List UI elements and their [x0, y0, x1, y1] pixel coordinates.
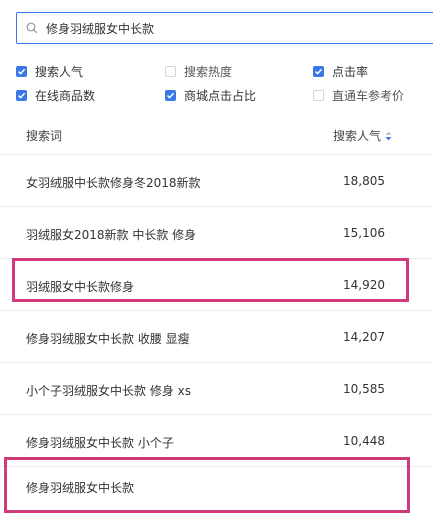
row-keyword: 修身羽绒服女中长款 [26, 481, 135, 495]
filter-label: 在线商品数 [35, 88, 96, 103]
filter-search-popularity[interactable]: 搜索人气 [16, 62, 83, 80]
metric-filters: 搜索人气 搜索热度 点击率 在线商品数 商城点击占比 直通车参考价 [16, 62, 433, 110]
checkbox-checked-icon[interactable] [16, 89, 27, 101]
row-keyword: 小个子羽绒服女中长款 修身 xs [26, 384, 191, 398]
row-popularity: 18,805 [343, 174, 385, 188]
table-row[interactable]: 女羽绒服中长款修身冬2018新款 18,805 [0, 155, 433, 207]
filter-click-rate[interactable]: 点击率 [313, 62, 368, 80]
row-keyword: 羽绒服女2018新款 中长款 修身 [26, 228, 197, 242]
keyword-table: 搜索词 搜索人气 女羽绒服中长款修身冬2018新款 18,805 羽绒服女201… [0, 112, 433, 467]
search-input[interactable] [46, 21, 406, 35]
table-row[interactable]: 修身羽绒服女中长款 收腰 显瘦 14,207 [0, 311, 433, 363]
row-popularity: 10,448 [343, 434, 385, 448]
table-header: 搜索词 搜索人气 [0, 112, 433, 155]
filter-label: 直通车参考价 [332, 88, 405, 103]
table-row[interactable]: 羽绒服女中长款修身 14,920 [0, 259, 433, 311]
filter-ad-reference-price[interactable]: 直通车参考价 [313, 86, 404, 104]
table-row[interactable]: 修身羽绒服女中长款 [0, 457, 433, 513]
row-popularity: 10,585 [343, 382, 385, 396]
filter-label: 点击率 [332, 64, 369, 79]
checkbox-checked-icon[interactable] [16, 65, 27, 77]
row-popularity: 15,106 [343, 226, 385, 240]
row-keyword: 女羽绒服中长款修身冬2018新款 [26, 176, 201, 190]
filter-label: 搜索人气 [35, 64, 84, 79]
row-popularity: 14,920 [343, 278, 385, 292]
checkbox-checked-icon[interactable] [165, 89, 176, 101]
checkbox-unchecked-icon[interactable] [313, 89, 324, 101]
filter-mall-click-share[interactable]: 商城点击占比 [165, 86, 256, 104]
table-row[interactable]: 羽绒服女2018新款 中长款 修身 15,106 [0, 207, 433, 259]
search-icon [26, 21, 40, 35]
checkbox-unchecked-icon[interactable] [165, 65, 176, 77]
header-popularity[interactable]: 搜索人气 [333, 127, 392, 144]
search-box[interactable] [16, 12, 433, 44]
filter-search-heat[interactable]: 搜索热度 [165, 62, 232, 80]
sort-icon[interactable] [385, 131, 392, 141]
row-popularity: 14,207 [343, 330, 385, 344]
row-keyword: 羽绒服女中长款修身 [26, 280, 135, 294]
filter-label: 商城点击占比 [184, 88, 257, 103]
filter-label: 搜索热度 [184, 64, 233, 79]
checkbox-checked-icon[interactable] [313, 65, 324, 77]
header-popularity-label: 搜索人气 [333, 129, 382, 143]
table-row[interactable]: 小个子羽绒服女中长款 修身 xs 10,585 [0, 363, 433, 415]
row-keyword: 修身羽绒服女中长款 收腰 显瘦 [26, 332, 190, 346]
header-keyword: 搜索词 [26, 129, 63, 143]
filter-online-items[interactable]: 在线商品数 [16, 86, 95, 104]
row-keyword: 修身羽绒服女中长款 小个子 [26, 436, 174, 450]
